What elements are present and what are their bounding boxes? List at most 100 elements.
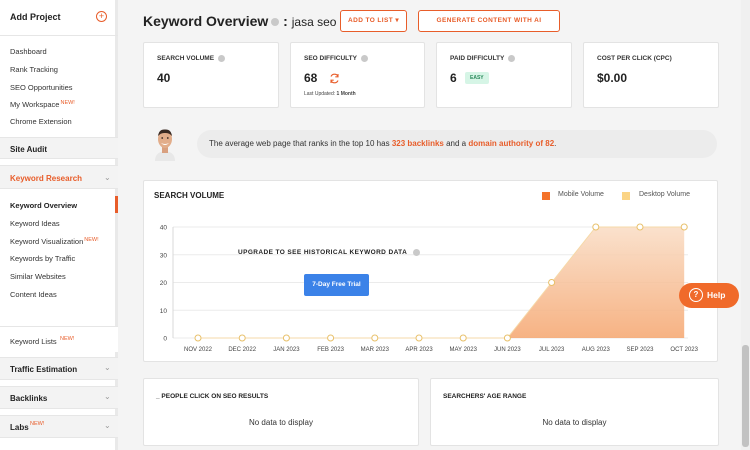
- sidebar-section-backlinks[interactable]: Backlinks ⌄: [0, 386, 118, 409]
- desktop-data-point: [327, 334, 335, 342]
- active-item-marker: [115, 196, 118, 213]
- search-volume-chart: 0 10 20 30 40 NOV 2022 DEC 2022 JAN 2023 FEB 20…: [160, 223, 699, 353]
- info-icon[interactable]: [271, 18, 280, 27]
- sidebar-item-label: SEO Opportunities: [10, 83, 73, 92]
- info-icon[interactable]: [413, 249, 421, 256]
- desktop-data-point: [282, 334, 290, 342]
- insight-text: The average web page that ranks in the t…: [209, 139, 557, 148]
- sidebar-item-rank-tracking[interactable]: Rank Tracking: [10, 65, 58, 74]
- x-tick-label: JUL 2023: [539, 347, 565, 353]
- x-tick-label: JAN 2023: [273, 347, 300, 353]
- desktop-data-point: [680, 223, 688, 231]
- help-label: Help: [707, 290, 726, 300]
- info-icon[interactable]: [360, 55, 368, 62]
- difficulty-badge: EASY: [465, 72, 489, 84]
- help-button[interactable]: ? Help: [679, 283, 739, 308]
- sidebar-item-label: My Workspace: [10, 100, 60, 109]
- legend-label-desktop: Desktop Volume: [639, 191, 690, 198]
- sidebar-item-chrome-extension[interactable]: Chrome Extension: [10, 117, 72, 126]
- x-tick-label: DEC 2022: [228, 347, 256, 353]
- scrollbar-thumb[interactable]: [742, 345, 749, 447]
- sidebar: Add Project + Dashboard Rank Tracking SE…: [0, 0, 118, 450]
- desktop-data-point: [238, 334, 246, 342]
- page-scrollbar[interactable]: [741, 0, 750, 450]
- keyword-text: jasa seo: [291, 15, 337, 29]
- seo-difficulty-value: 68: [304, 71, 318, 85]
- sidebar-section-label: Labs: [10, 423, 29, 432]
- paid-difficulty-value: 6: [450, 71, 457, 85]
- cpc-card: COST PER CLICK (CPC) $0.00: [583, 42, 719, 108]
- sidebar-item-content-ideas[interactable]: Content Ideas: [10, 290, 57, 299]
- avatar: [155, 129, 175, 161]
- legend-swatch-mobile: [542, 192, 550, 200]
- chart-title: SEARCH VOLUME: [154, 191, 225, 200]
- sidebar-item-label: Keyword Ideas: [10, 219, 60, 228]
- chevron-down-icon: ▾: [395, 17, 399, 24]
- sidebar-section-site-audit[interactable]: Site Audit: [0, 137, 118, 159]
- plus-circle-icon[interactable]: +: [96, 11, 107, 22]
- add-to-list-button[interactable]: ADD TO LIST ▾: [340, 10, 407, 32]
- sidebar-item-similar-websites[interactable]: Similar Websites: [10, 272, 66, 281]
- sidebar-item-label: Content Ideas: [10, 290, 57, 299]
- sidebar-item-dashboard[interactable]: Dashboard: [10, 47, 47, 56]
- upgrade-prompt: UPGRADE TO SEE HISTORICAL KEYWORD DATA: [238, 249, 421, 256]
- sidebar-item-label: Rank Tracking: [10, 65, 58, 74]
- cpc-label: COST PER CLICK (CPC): [597, 55, 672, 62]
- x-tick-label: FEB 2023: [317, 347, 344, 353]
- sidebar-item-seo-opportunities[interactable]: SEO Opportunities: [10, 83, 73, 92]
- legend-swatch-desktop: [622, 192, 630, 200]
- add-project-button[interactable]: Add Project +: [0, 0, 118, 36]
- sidebar-item-label: Keyword Lists: [10, 337, 57, 346]
- age-range-panel: SEARCHERS' AGE RANGE No data to display: [430, 378, 719, 446]
- desktop-data-point: [459, 334, 467, 342]
- seo-difficulty-card: SEO DIFFICULTY 68 Last Updated: 1 Month: [290, 42, 425, 108]
- sidebar-item-keyword-ideas[interactable]: Keyword Ideas: [10, 219, 60, 228]
- page-title-text: Keyword Overview: [143, 13, 269, 29]
- new-badge: NEW!: [84, 237, 99, 243]
- sidebar-item-keyword-visualization[interactable]: Keyword VisualizationNEW!: [10, 237, 99, 246]
- desktop-data-point: [592, 223, 600, 231]
- sidebar-item-keyword-lists[interactable]: Keyword Lists NEW!: [0, 326, 118, 352]
- refresh-arrows-icon[interactable]: [329, 73, 340, 84]
- no-data-text: No data to display: [248, 418, 314, 427]
- sidebar-item-label: Chrome Extension: [10, 117, 72, 126]
- x-tick-label: AUG 2023: [582, 347, 611, 353]
- info-icon[interactable]: [508, 55, 516, 62]
- search-volume-value: 40: [157, 71, 171, 85]
- sidebar-section-traffic-estimation[interactable]: Traffic Estimation ⌄: [0, 357, 118, 380]
- no-data-text: No data to display: [542, 418, 607, 427]
- sidebar-item-label: Dashboard: [10, 47, 47, 56]
- title-separator: :: [283, 13, 288, 29]
- sidebar-section-label: Site Audit: [10, 145, 48, 154]
- sidebar-section-keyword-research[interactable]: Keyword Research ⌄: [0, 165, 118, 189]
- sidebar-item-keyword-overview[interactable]: Keyword Overview: [10, 201, 77, 210]
- add-project-label: Add Project: [10, 12, 61, 22]
- x-tick-label: MAY 2023: [449, 347, 477, 353]
- chevron-down-icon: ⌄: [104, 173, 111, 182]
- y-tick-label: 20: [160, 280, 168, 287]
- info-icon[interactable]: [218, 55, 226, 62]
- seo-difficulty-label: SEO DIFFICULTY: [304, 55, 368, 62]
- x-tick-label: MAR 2023: [361, 347, 390, 353]
- panel-title: _ PEOPLE CLICK ON SEO RESULTS: [156, 393, 269, 400]
- insight-banner: The average web page that ranks in the t…: [197, 130, 717, 158]
- x-tick-label: JUN 2023: [494, 347, 521, 353]
- people-click-panel: _ PEOPLE CLICK ON SEO RESULTS No data to…: [143, 378, 419, 446]
- x-tick-label: OCT 2023: [670, 347, 698, 353]
- desktop-data-point: [503, 334, 511, 342]
- chevron-down-icon: ⌄: [104, 421, 111, 430]
- cpc-value: $0.00: [597, 71, 628, 85]
- desktop-data-point: [371, 334, 379, 342]
- sidebar-item-my-workspace[interactable]: My WorkspaceNEW!: [10, 100, 75, 109]
- sidebar-item-keywords-by-traffic[interactable]: Keywords by Traffic: [10, 254, 75, 263]
- sidebar-item-label: Keywords by Traffic: [10, 254, 76, 263]
- new-badge: NEW!: [60, 336, 75, 342]
- paid-difficulty-label: PAID DIFFICULTY: [450, 55, 516, 62]
- desktop-data-point: [415, 334, 423, 342]
- sidebar-section-labs[interactable]: Labs NEW! ⌄: [0, 415, 118, 438]
- legend-label-mobile: Mobile Volume: [558, 191, 604, 198]
- add-to-list-label: ADD TO LIST: [348, 17, 394, 24]
- x-tick-label: SEP 2023: [627, 347, 655, 353]
- generate-content-button[interactable]: GENERATE CONTENT WITH AI: [418, 10, 560, 32]
- free-trial-button[interactable]: 7-Day Free Trial: [304, 274, 369, 296]
